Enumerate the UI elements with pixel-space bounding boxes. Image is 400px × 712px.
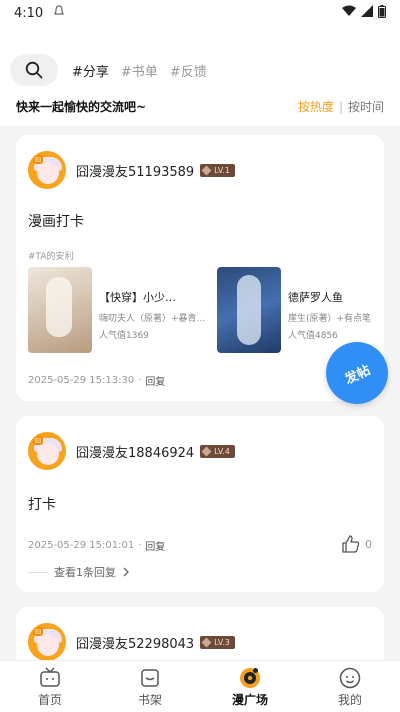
cellular-icon <box>361 5 373 21</box>
search-row: #分享 #书单 #反馈 <box>10 54 207 86</box>
bottom-nav: 首页 书架 漫广场 我的 <box>0 660 400 712</box>
reply-button[interactable]: 回复 <box>145 373 165 388</box>
topic-tags: #分享 #书单 #反馈 <box>72 61 207 80</box>
post-author: 囧 囧漫漫友18846924 LV.4 <box>28 432 235 470</box>
sort-separator: | <box>338 99 343 114</box>
nav-home[interactable]: 首页 <box>0 661 100 712</box>
level-gem-icon <box>201 637 212 647</box>
post-author: 囧 囧漫漫友51193589 LV.1 <box>28 151 235 189</box>
book-popularity: 人气值4856 <box>288 331 338 341</box>
profile-icon <box>339 667 361 688</box>
sort-by-time[interactable]: 按时间 <box>348 98 384 115</box>
slogan: 快来一起愉快的交流吧~ <box>16 100 147 114</box>
post-text: 漫画打卡 <box>28 214 84 230</box>
search-icon <box>25 61 43 79</box>
notification-icon <box>53 5 65 21</box>
level-gem-icon <box>201 165 212 175</box>
book-author: 嗨叨夫人（原著）+暴青… <box>99 314 206 324</box>
avatar[interactable]: 囧 <box>28 151 66 189</box>
tag-feedback[interactable]: #反馈 <box>170 61 207 80</box>
thumbs-up-icon <box>342 535 360 553</box>
nav-home-label: 首页 <box>37 692 62 707</box>
battery-icon <box>378 4 386 22</box>
post-timestamp: 2025-05-29 15:01:01 <box>28 540 135 551</box>
nav-bookshelf-label: 书架 <box>137 692 162 707</box>
level-badge: LV.1 <box>200 163 235 177</box>
view-replies-label: 查看1条回复 <box>54 566 116 579</box>
status-bar: 4:10 <box>0 0 400 26</box>
book-cover <box>28 267 92 353</box>
level-gem-icon <box>201 446 212 456</box>
post-card[interactable]: 囧 囧漫漫友52298043 LV.3 <box>16 607 384 660</box>
nav-plaza[interactable]: 漫广场 <box>200 661 300 712</box>
post-meta: 2025-05-29 15:13:30 · 回复 <box>28 373 166 388</box>
like-button[interactable]: 0 <box>341 534 372 554</box>
nav-profile[interactable]: 我的 <box>300 661 400 712</box>
sort-by-hot[interactable]: 按热度 <box>298 98 334 115</box>
create-post-label: 发帖 <box>342 362 373 388</box>
level-label: LV.4 <box>214 446 230 456</box>
level-badge: LV.4 <box>200 444 235 458</box>
book-author: 崖生(原著）+有点笔 <box>288 314 372 324</box>
search-button[interactable] <box>10 54 58 86</box>
recommended-books: 【快穿】小少… 嗨叨夫人（原著）+暴青… 人气值1369 德萨罗人鱼 崖生(原著… <box>28 267 384 353</box>
post-meta: 2025-05-29 15:01:01 · 回复 <box>28 538 166 553</box>
wifi-icon <box>342 5 356 21</box>
post-card[interactable]: 囧 囧漫漫友18846924 LV.4 打卡 2025-05-29 15:01:… <box>16 416 384 592</box>
post-text: 打卡 <box>28 497 56 513</box>
like-count: 0 <box>365 537 372 551</box>
create-post-button[interactable]: 发帖 <box>326 342 388 404</box>
tag-share[interactable]: #分享 <box>72 61 109 80</box>
sub-header-row: 快来一起愉快的交流吧~ 按热度 | 按时间 <box>16 98 384 115</box>
top-header: #分享 #书单 #反馈 快来一起愉快的交流吧~ 按热度 | 按时间 <box>0 26 400 126</box>
level-badge: LV.3 <box>200 635 235 649</box>
book-title: 德萨罗人鱼 <box>288 291 343 304</box>
post-timestamp: 2025-05-29 15:13:30 <box>28 375 135 386</box>
divider <box>28 571 48 573</box>
plaza-icon <box>240 667 260 688</box>
view-replies-link[interactable]: 查看1条回复 <box>28 564 131 580</box>
chevron-right-icon <box>123 567 129 577</box>
topic-tag[interactable]: #TA的安利 <box>28 249 74 262</box>
level-label: LV.3 <box>214 637 230 647</box>
reply-button[interactable]: 回复 <box>145 538 165 553</box>
book-title: 【快穿】小少… <box>99 291 176 304</box>
book-cover <box>217 267 281 353</box>
nav-profile-label: 我的 <box>337 692 362 707</box>
post-author: 囧 囧漫漫友52298043 LV.3 <box>28 623 235 660</box>
nav-plaza-label: 漫广场 <box>231 692 268 707</box>
avatar[interactable]: 囧 <box>28 432 66 470</box>
username[interactable]: 囧漫漫友52298043 <box>76 633 194 652</box>
level-label: LV.1 <box>214 165 230 175</box>
tv-icon <box>40 666 60 687</box>
username[interactable]: 囧漫漫友18846924 <box>76 442 194 461</box>
status-time: 4:10 <box>14 5 44 21</box>
book-item[interactable]: 德萨罗人鱼 崖生(原著）+有点笔 人气值4856 <box>217 267 384 353</box>
book-item[interactable]: 【快穿】小少… 嗨叨夫人（原著）+暴青… 人气值1369 <box>28 267 217 353</box>
tag-booklist[interactable]: #书单 <box>121 61 158 80</box>
avatar[interactable]: 囧 <box>28 623 66 660</box>
sort-options: 按热度 | 按时间 <box>298 98 384 115</box>
book-popularity: 人气值1369 <box>99 331 149 341</box>
bookshelf-icon <box>141 668 159 687</box>
username[interactable]: 囧漫漫友51193589 <box>76 161 194 180</box>
nav-bookshelf[interactable]: 书架 <box>100 661 200 712</box>
